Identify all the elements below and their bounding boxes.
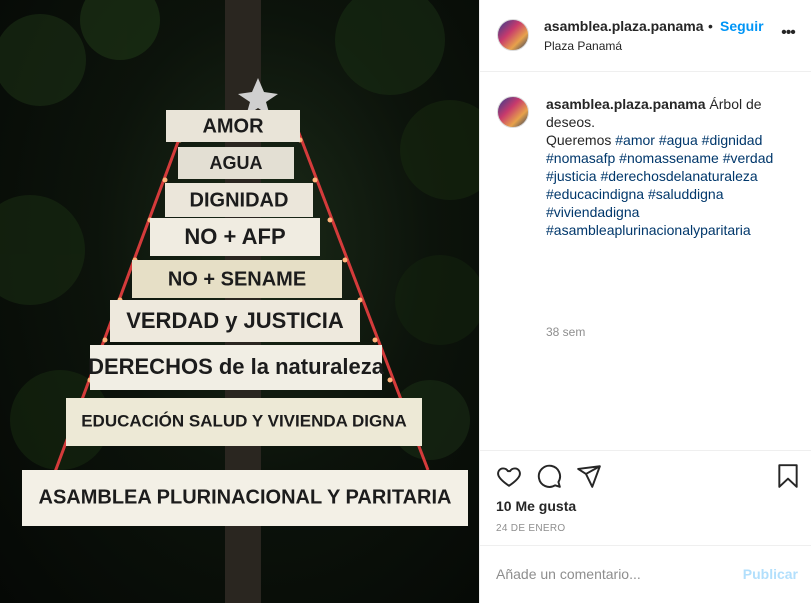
caption-section: asamblea.plaza.panama Árbol de deseos. Q… — [480, 72, 811, 450]
caption-username[interactable]: asamblea.plaza.panama — [546, 96, 706, 112]
comment-icon[interactable] — [536, 463, 562, 489]
svg-text:VERDAD y JUSTICIA: VERDAD y JUSTICIA — [126, 308, 344, 333]
svg-text:AGUA: AGUA — [210, 153, 263, 173]
hashtag[interactable]: #amor — [615, 132, 655, 148]
follow-button[interactable]: Seguir — [720, 18, 764, 34]
share-icon[interactable] — [576, 463, 602, 489]
post-photo[interactable]: AMOR AGUA DIGNIDAD NO + AFP NO + SENAME … — [0, 0, 479, 603]
svg-text:DIGNIDAD: DIGNIDAD — [190, 189, 289, 211]
post-sidebar: asamblea.plaza.panama • Seguir Plaza Pan… — [479, 0, 811, 603]
likes-count[interactable]: 10 Me gusta — [496, 498, 576, 514]
banner-7: DERECHOS de la naturaleza — [88, 345, 385, 390]
hashtag[interactable]: #dignidad — [702, 132, 763, 148]
svg-text:DERECHOS de la naturaleza: DERECHOS de la naturaleza — [88, 354, 385, 379]
heart-icon[interactable] — [496, 463, 522, 489]
svg-text:NO + AFP: NO + AFP — [184, 224, 285, 249]
banner-2: AGUA — [178, 147, 294, 179]
location-link[interactable]: Plaza Panamá — [544, 39, 622, 53]
caption-text-block: asamblea.plaza.panama Árbol de deseos. Q… — [546, 95, 800, 239]
hashtag[interactable]: #agua — [659, 132, 698, 148]
caption-line2: Queremos — [546, 132, 612, 148]
banner-4: NO + AFP — [150, 218, 320, 256]
hashtag[interactable]: #verdad — [723, 150, 774, 166]
svg-text:AMOR: AMOR — [202, 115, 264, 137]
post-header: asamblea.plaza.panama • Seguir Plaza Pan… — [480, 0, 811, 72]
svg-text:NO + SENAME: NO + SENAME — [168, 268, 306, 290]
hashtag[interactable]: #nomassename — [619, 150, 719, 166]
svg-text:ASAMBLEA PLURINACIONAL Y PARIT: ASAMBLEA PLURINACIONAL Y PARITARIA — [39, 486, 452, 508]
post-time[interactable]: 38 sem — [546, 325, 585, 339]
comment-form: Publicar — [480, 545, 811, 603]
hashtag[interactable]: #derechosdelanaturaleza — [600, 168, 757, 184]
header-separator: • — [708, 18, 713, 34]
hashtag[interactable]: #nomasafp — [546, 150, 615, 166]
banner-6: VERDAD y JUSTICIA — [110, 300, 360, 342]
svg-text:EDUCACIÓN SALUD Y VIVIENDA DIG: EDUCACIÓN SALUD Y VIVIENDA DIGNA — [81, 411, 407, 430]
post-date: 24 DE ENERO — [496, 523, 566, 534]
post-actions: 10 Me gusta 24 DE ENERO — [480, 450, 811, 545]
more-options-icon[interactable]: ••• — [779, 24, 797, 42]
hashtag[interactable]: #asambleaplurinacionalyparitaria — [546, 222, 751, 238]
hashtag[interactable]: #viviendadigna — [546, 204, 639, 220]
banner-1: AMOR — [166, 110, 300, 142]
hashtag[interactable]: #justicia — [546, 168, 597, 184]
photo-artwork: AMOR AGUA DIGNIDAD NO + AFP NO + SENAME … — [0, 0, 479, 603]
banner-5: NO + SENAME — [132, 260, 342, 298]
banner-3: DIGNIDAD — [165, 183, 313, 217]
caption-avatar[interactable] — [497, 96, 529, 128]
banner-9: ASAMBLEA PLURINACIONAL Y PARITARIA — [22, 470, 468, 526]
hashtag[interactable]: #saluddigna — [648, 186, 724, 202]
header-username[interactable]: asamblea.plaza.panama — [544, 18, 704, 34]
comment-input[interactable] — [496, 563, 736, 585]
hashtag[interactable]: #educacindigna — [546, 186, 644, 202]
banner-8: EDUCACIÓN SALUD Y VIVIENDA DIGNA — [66, 398, 422, 446]
publish-button[interactable]: Publicar — [743, 566, 798, 582]
avatar[interactable] — [497, 19, 529, 51]
bookmark-icon[interactable] — [775, 463, 801, 489]
